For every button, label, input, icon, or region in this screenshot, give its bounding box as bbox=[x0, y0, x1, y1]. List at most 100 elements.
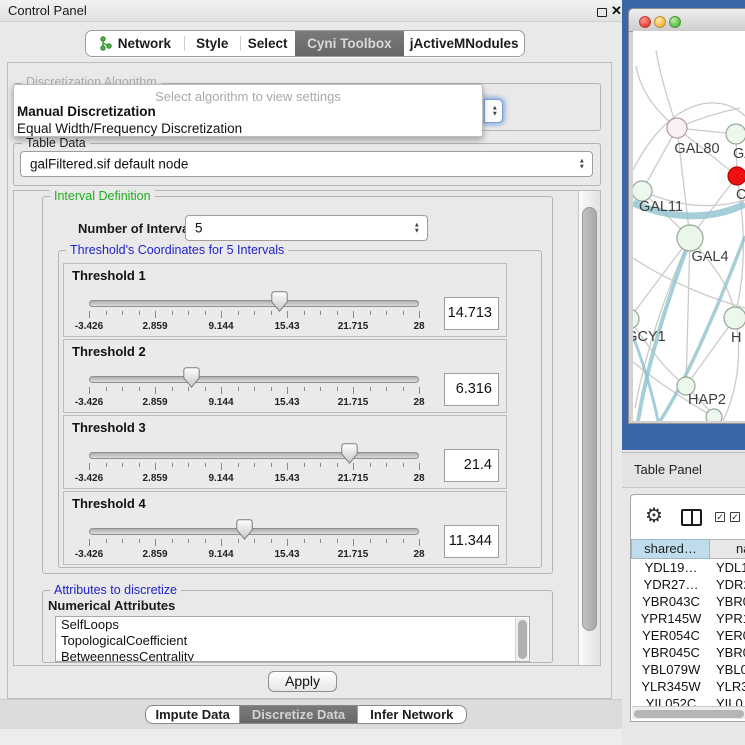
network-node[interactable] bbox=[633, 181, 652, 201]
minimize-traffic-light[interactable] bbox=[654, 16, 666, 28]
cell-name: YBL0 bbox=[710, 661, 745, 678]
zoom-traffic-light[interactable] bbox=[669, 16, 681, 28]
apply-button[interactable]: Apply bbox=[268, 671, 337, 692]
cell-shared-name: YDR27… bbox=[632, 576, 710, 593]
network-node[interactable] bbox=[728, 167, 745, 185]
attributes-list-scrollbar[interactable] bbox=[515, 618, 528, 661]
slider-track[interactable] bbox=[89, 452, 419, 459]
cell-shared-name: YBR045C bbox=[632, 644, 710, 661]
thresholds-title: Threshold's Coordinates for 5 Intervals bbox=[66, 244, 288, 257]
tab-cyni-toolbox[interactable]: Cyni Toolbox bbox=[295, 31, 405, 56]
algorithm-option-manual[interactable]: Manual Discretization bbox=[17, 104, 479, 119]
threshold-value-field[interactable]: 6.316 bbox=[444, 373, 499, 406]
slider-ticks bbox=[89, 387, 419, 396]
network-node[interactable] bbox=[726, 124, 745, 144]
horizontal-scrollbar-thumb[interactable] bbox=[634, 710, 744, 718]
bottom-tabbar: Impute Data Discretize Data Infer Networ… bbox=[145, 705, 467, 724]
algorithm-popup: Select algorithm to view settings Manual… bbox=[13, 84, 483, 137]
slider-thumb[interactable] bbox=[341, 443, 358, 464]
attribute-item[interactable]: TopologicalCoefficient bbox=[56, 633, 529, 649]
network-node-label: GAL4 bbox=[691, 249, 728, 265]
threshold-value-field[interactable]: 14.713 bbox=[444, 297, 499, 330]
slider-track[interactable] bbox=[89, 528, 419, 535]
threshold-label: Threshold 3 bbox=[72, 420, 146, 435]
network-node[interactable] bbox=[677, 225, 703, 251]
num-intervals-value: 5 bbox=[195, 221, 203, 236]
network-edge[interactable] bbox=[642, 128, 677, 191]
table-row[interactable]: YLR345WYLR3 bbox=[632, 678, 745, 695]
bottom-margin bbox=[0, 729, 622, 745]
attribute-item[interactable]: BetweennessCentrality bbox=[56, 649, 529, 662]
threshold-panel: Threshold 1-3.4262.8599.14415.4321.71528… bbox=[63, 263, 507, 337]
network-node[interactable] bbox=[706, 409, 722, 421]
cell-shared-name: YDL19… bbox=[632, 559, 710, 576]
network-canvas[interactable]: GAL80GACGAL11GAL4GCY1HHAP2 bbox=[633, 31, 745, 421]
interval-definition-title: Interval Definition bbox=[50, 190, 155, 203]
cell-shared-name: YBR043C bbox=[632, 593, 710, 610]
close-traffic-light[interactable] bbox=[639, 16, 651, 28]
cell-shared-name: YLR345W bbox=[632, 678, 710, 695]
attribute-item[interactable]: SelfLoops bbox=[56, 617, 529, 633]
network-node[interactable] bbox=[633, 309, 639, 329]
float-window-icon[interactable] bbox=[597, 8, 607, 17]
slider-thumb[interactable] bbox=[236, 519, 253, 540]
vertical-scrollbar[interactable] bbox=[578, 191, 600, 665]
slider-track[interactable] bbox=[89, 300, 419, 307]
table-data-combo-value: galFiltered.sif default node bbox=[30, 157, 188, 172]
close-icon[interactable]: ✕ bbox=[611, 3, 622, 19]
algorithm-combo-focused[interactable]: ▲▼ bbox=[484, 99, 503, 123]
table-row[interactable]: YBR043CYBR0 bbox=[632, 593, 745, 610]
tab-infer-network[interactable]: Infer Network bbox=[358, 706, 466, 723]
cell-name: YDL1 bbox=[710, 559, 745, 576]
slider-tick-labels: -3.4262.8599.14415.4321.71528 bbox=[89, 321, 419, 333]
network-node[interactable] bbox=[667, 118, 687, 138]
checkbox-icon[interactable]: ✓ bbox=[715, 512, 725, 522]
tab-jactivemnodules[interactable]: jActiveMNodules bbox=[404, 31, 524, 56]
tab-style[interactable]: Style bbox=[185, 31, 240, 56]
attributes-list[interactable]: SelfLoopsTopologicalCoefficientBetweenne… bbox=[55, 616, 530, 662]
slider-thumb[interactable] bbox=[183, 367, 200, 388]
tab-network[interactable]: Network bbox=[86, 31, 184, 56]
num-intervals-combo[interactable]: 5 ▲▼ bbox=[185, 215, 428, 241]
table-row[interactable]: YER054CYER0 bbox=[632, 627, 745, 644]
checkbox-icon[interactable]: ✓ bbox=[730, 512, 740, 522]
table-data-combo[interactable]: galFiltered.sif default node ▲▼ bbox=[20, 151, 593, 177]
network-edge[interactable] bbox=[686, 318, 735, 386]
cell-name: YER0 bbox=[710, 627, 745, 644]
tab-network-label: Network bbox=[118, 36, 171, 51]
threshold-value-field[interactable]: 11.344 bbox=[444, 525, 499, 558]
attributes-list-scrollbar-thumb[interactable] bbox=[518, 620, 527, 659]
network-graph[interactable]: GAL80GACGAL11GAL4GCY1HHAP2 bbox=[633, 31, 745, 421]
network-edge[interactable] bbox=[656, 50, 677, 128]
slider-ticks bbox=[89, 463, 419, 472]
cell-name: YBR0 bbox=[710, 644, 745, 661]
network-node[interactable] bbox=[724, 307, 745, 329]
table-row[interactable]: YIL052CYIL0 bbox=[632, 695, 745, 706]
threshold-panel: Threshold 2-3.4262.8599.14415.4321.71528… bbox=[63, 339, 507, 413]
table-panel-bar: Table Panel bbox=[622, 452, 745, 488]
table-row[interactable]: YDL19…YDL1 bbox=[632, 559, 745, 576]
vertical-scrollbar-thumb[interactable] bbox=[582, 207, 597, 631]
tab-discretize-data[interactable]: Discretize Data bbox=[240, 706, 357, 723]
gear-icon[interactable]: ⚙ bbox=[645, 506, 663, 526]
table-row[interactable]: YDR27…YDR2 bbox=[632, 576, 745, 593]
numerical-attributes-label: Numerical Attributes bbox=[48, 598, 175, 613]
horizontal-scrollbar[interactable] bbox=[632, 706, 745, 719]
column-header-shared-name[interactable]: shared… bbox=[631, 539, 710, 559]
table-header: shared… na bbox=[631, 539, 745, 559]
table-row[interactable]: YBL079WYBL0 bbox=[632, 661, 745, 678]
slider-track[interactable] bbox=[89, 376, 419, 383]
split-columns-icon[interactable] bbox=[681, 509, 702, 526]
table-row[interactable]: YPR145WYPR1 bbox=[632, 610, 745, 627]
column-header-name[interactable]: na bbox=[710, 539, 745, 559]
tab-select[interactable]: Select bbox=[241, 31, 295, 56]
threshold-value-field[interactable]: 21.4 bbox=[444, 449, 499, 482]
threshold-panel: Threshold 4-3.4262.8599.14415.4321.71528… bbox=[63, 491, 507, 565]
network-window-titlebar[interactable] bbox=[629, 9, 745, 32]
table-row[interactable]: YBR045CYBR0 bbox=[632, 644, 745, 661]
slider-thumb[interactable] bbox=[271, 291, 288, 312]
tab-impute-data[interactable]: Impute Data bbox=[146, 706, 240, 723]
cell-name: YPR1 bbox=[710, 610, 745, 627]
algorithm-option-equal-width[interactable]: Equal Width/Frequency Discretization bbox=[17, 121, 479, 136]
network-edge[interactable] bbox=[633, 238, 690, 319]
